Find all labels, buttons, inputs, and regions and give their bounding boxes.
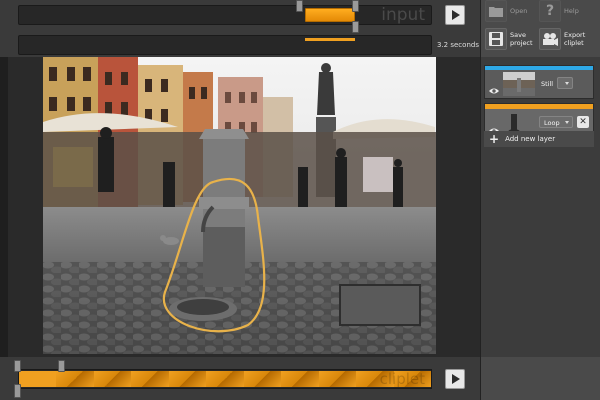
stage-gutter [0, 57, 8, 357]
question-icon: ? [539, 0, 561, 22]
video-preview[interactable] [43, 57, 436, 354]
cliplet-loop-handle[interactable] [58, 360, 65, 372]
cliplet-loop-segment [56, 371, 94, 387]
cliplet-track-watermark: cliplet [379, 370, 425, 388]
input-selection-range[interactable] [305, 8, 355, 22]
save-project-button[interactable]: Save project [485, 28, 533, 50]
cliplet-loop-segment [243, 371, 282, 387]
cliplet-playhead[interactable] [14, 384, 21, 398]
film-reel-icon [539, 28, 561, 50]
floppy-disk-icon [485, 28, 507, 50]
cliplet-play-button[interactable] [445, 369, 465, 389]
input-range-start-handle[interactable] [296, 0, 303, 12]
video-frame-image [43, 57, 436, 354]
duration-bar [305, 38, 355, 41]
cliplet-track[interactable]: cliplet [18, 369, 432, 389]
cliplet-loop-segment [206, 371, 244, 387]
open-button[interactable]: Open [485, 0, 527, 22]
input-track[interactable]: input [18, 5, 432, 25]
layer-mode-dropdown[interactable]: Loop [539, 116, 573, 128]
layer-thumbnail [503, 72, 535, 96]
eye-icon[interactable] [489, 120, 499, 134]
layer-mode-value: Loop [544, 119, 560, 127]
input-timeline-panel: input 3.2 seconds [0, 0, 480, 57]
cliplet-start-handle[interactable] [14, 360, 21, 372]
input-track-watermark: input [381, 5, 425, 25]
cliplet-loop-segment [131, 371, 169, 387]
layer-still[interactable]: Still [484, 65, 594, 99]
chevron-down-icon [565, 82, 569, 85]
plus-icon: + [489, 132, 500, 146]
cliplet-loop-segment [281, 371, 319, 387]
chevron-down-icon [565, 121, 569, 124]
layer-mode-label: Still [541, 80, 554, 88]
layers-panel: Still Loop ✕ + Add new layer [481, 57, 600, 357]
cliplet-loop-segment [19, 371, 57, 387]
input-play-button[interactable] [445, 5, 465, 25]
input-range-end-handle[interactable] [352, 0, 359, 12]
eye-icon[interactable] [489, 80, 499, 94]
duration-track[interactable] [18, 35, 432, 55]
layer-mode-dropdown[interactable] [557, 77, 573, 89]
folder-icon [485, 0, 507, 22]
duration-label: 3.2 seconds [437, 41, 479, 49]
help-button[interactable]: ? Help [539, 0, 579, 22]
right-panel: Open ? Help Save project Export cliplet St… [480, 0, 600, 400]
cliplet-loop-segment [318, 371, 357, 387]
layer-accent-bar [485, 104, 593, 109]
cliplet-loop-segment [93, 371, 132, 387]
cliplet-loop-segment [168, 371, 207, 387]
export-cliplet-button[interactable]: Export cliplet [539, 28, 585, 50]
close-icon[interactable]: ✕ [577, 116, 589, 128]
add-new-layer-button[interactable]: + Add new layer [484, 131, 594, 147]
layer-accent-bar [485, 66, 593, 70]
duration-handle[interactable] [352, 21, 359, 33]
